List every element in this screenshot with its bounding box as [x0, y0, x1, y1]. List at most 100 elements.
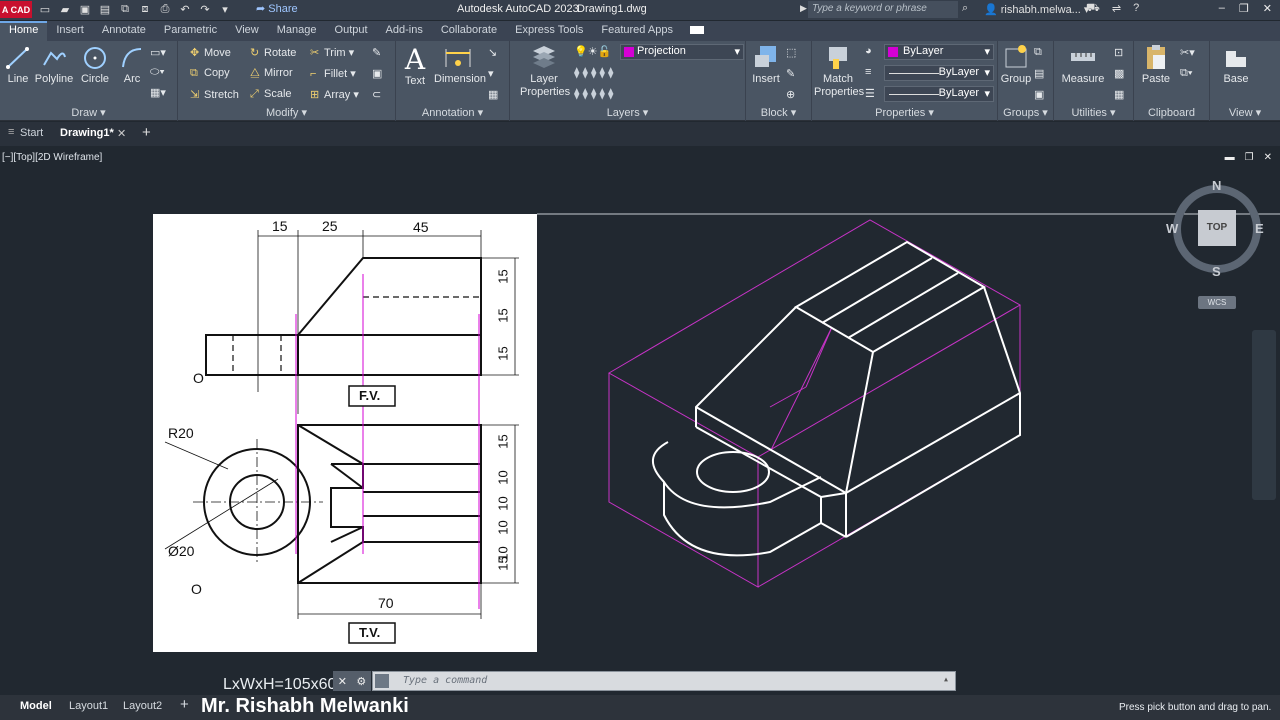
- help-icon[interactable]: ?: [1133, 2, 1139, 16]
- leader-dropdown-icon[interactable]: ▾: [488, 67, 494, 80]
- edit-block-icon[interactable]: ✎: [786, 67, 795, 80]
- circle-button[interactable]: Circle: [79, 45, 111, 85]
- ellipse-icon[interactable]: ⬭▾: [150, 66, 165, 79]
- array-button[interactable]: ⊞ Array ▾: [310, 88, 359, 101]
- erase-icon[interactable]: ✎: [372, 46, 381, 59]
- viewcube[interactable]: N S E W TOP: [1166, 178, 1264, 279]
- layer-tools-row2[interactable]: ⧫ ⧫ ⧫ ⧫ ⧫: [574, 87, 613, 100]
- create-block-icon[interactable]: ⬚: [786, 46, 796, 59]
- arc-button[interactable]: Arc: [118, 45, 146, 85]
- command-input[interactable]: Type a command ▴: [372, 671, 956, 691]
- viewcube-top-face[interactable]: TOP: [1198, 210, 1236, 246]
- compass-north[interactable]: N: [1212, 178, 1221, 193]
- insert-button[interactable]: Insert: [748, 43, 784, 85]
- command-prompt-icon[interactable]: [375, 674, 389, 688]
- tab-collaborate[interactable]: Collaborate: [432, 21, 506, 41]
- ribbon-toggle-icon[interactable]: [689, 26, 704, 34]
- color-dropdown[interactable]: ByLayer ▾: [884, 44, 994, 60]
- panel-view-label[interactable]: View ▾: [1210, 106, 1280, 119]
- panel-annotation-label[interactable]: Annotation ▾: [396, 106, 509, 119]
- layer-tools-row1[interactable]: ⧫ ⧫ ⧫ ⧫ ⧫: [574, 66, 613, 79]
- block-attribute-icon[interactable]: ⊕: [786, 88, 795, 101]
- panel-layers-label[interactable]: Layers ▾: [510, 106, 745, 119]
- wcs-menu[interactable]: WCS: [1198, 296, 1236, 309]
- base-button[interactable]: Base: [1218, 43, 1254, 85]
- offset-icon[interactable]: ⊂: [372, 88, 381, 101]
- fillet-button[interactable]: ⌐ Fillet ▾: [310, 67, 356, 80]
- compass-west[interactable]: W: [1166, 221, 1178, 236]
- trim-button[interactable]: ✂ Trim ▾: [310, 46, 354, 59]
- dimension-button[interactable]: Dimension: [434, 45, 486, 85]
- layout1-tab[interactable]: Layout1: [69, 700, 108, 712]
- panel-modify-label[interactable]: Modify ▾: [178, 106, 395, 119]
- drawing-canvas[interactable]: [−][Top][2D Wireframe] ▬ ❐ ✕ 15 25 45 15…: [0, 147, 1280, 695]
- tab-insert[interactable]: Insert: [47, 21, 93, 41]
- copy-clip-icon[interactable]: ⧉▾: [1180, 67, 1192, 80]
- tab-drawing1[interactable]: Drawing1*: [60, 127, 114, 139]
- tab-parametric[interactable]: Parametric: [155, 21, 226, 41]
- leader-icon[interactable]: ↘: [488, 46, 497, 59]
- search-expand-icon[interactable]: ▶: [800, 3, 807, 14]
- measure-button[interactable]: Measure: [1060, 43, 1106, 85]
- select-all-icon[interactable]: ▩: [1114, 67, 1124, 80]
- plot-icon[interactable]: ⎙: [158, 2, 172, 16]
- explode-icon[interactable]: ▣: [372, 67, 382, 80]
- search-input[interactable]: Type a keyword or phrase: [808, 1, 958, 18]
- new-tab-icon[interactable]: +: [142, 124, 151, 141]
- group-edit-icon[interactable]: ▤: [1034, 67, 1044, 80]
- panel-properties-label[interactable]: Properties ▾: [812, 106, 997, 119]
- color-wheel-icon[interactable]: ◕: [865, 45, 872, 57]
- hatch-icon[interactable]: ▦▾: [150, 86, 166, 99]
- polyline-button[interactable]: Polyline: [34, 45, 74, 85]
- model-tab[interactable]: Model: [20, 700, 52, 712]
- layer-properties-button[interactable]: Layer Properties: [520, 43, 570, 99]
- share-button[interactable]: ➦ Share: [256, 2, 298, 15]
- rectangle-icon[interactable]: ▭▾: [150, 46, 166, 59]
- tab-home[interactable]: Home: [0, 21, 48, 41]
- paste-button[interactable]: Paste: [1140, 43, 1172, 85]
- table-icon[interactable]: ▦: [488, 88, 498, 101]
- stretch-button[interactable]: ⇲ Stretch: [190, 88, 239, 101]
- save-icon[interactable]: ▣: [78, 2, 92, 16]
- tab-view[interactable]: View: [226, 21, 268, 41]
- cart-icon[interactable]: ⛟: [1086, 2, 1100, 16]
- new-file-icon[interactable]: ▭: [38, 2, 52, 16]
- linetype-dropdown[interactable]: ByLayer ▾: [884, 65, 994, 81]
- tabs-menu-icon[interactable]: ≡: [8, 126, 14, 138]
- tab-manage[interactable]: Manage: [268, 21, 326, 41]
- tab-express-tools[interactable]: Express Tools: [506, 21, 592, 41]
- compass-east[interactable]: E: [1255, 221, 1264, 236]
- app-logo[interactable]: A CAD: [0, 1, 32, 18]
- restore-icon[interactable]: ❐: [1239, 2, 1249, 15]
- group-select-icon[interactable]: ▣: [1034, 88, 1044, 101]
- quick-select-icon[interactable]: ⊡: [1114, 46, 1123, 59]
- text-button[interactable]: A Text: [400, 43, 430, 87]
- undo-icon[interactable]: ↶: [178, 2, 192, 16]
- lineweight-dropdown[interactable]: ByLayer ▾: [884, 86, 994, 102]
- user-account-menu[interactable]: 👤 rishabh.melwa... ▾: [984, 3, 1089, 16]
- compass-south[interactable]: S: [1212, 264, 1221, 279]
- save-as-icon[interactable]: ▤: [98, 2, 112, 16]
- layout2-tab[interactable]: Layout2: [123, 700, 162, 712]
- line-button[interactable]: Line: [4, 45, 32, 85]
- tab-featured-apps[interactable]: Featured Apps: [592, 21, 682, 41]
- copy-button[interactable]: ⧉ Copy: [190, 67, 230, 80]
- qat-dropdown-icon[interactable]: ▾: [218, 2, 232, 16]
- ungroup-icon[interactable]: ⧉: [1034, 46, 1042, 59]
- tab-annotate[interactable]: Annotate: [93, 21, 155, 41]
- save-web-icon[interactable]: ⧈: [138, 2, 152, 16]
- close-icon[interactable]: ✕: [1263, 2, 1272, 15]
- open-folder-icon[interactable]: ▰: [58, 2, 72, 16]
- rotate-button[interactable]: ↻ Rotate: [250, 46, 296, 59]
- panel-clipboard-label[interactable]: Clipboard: [1134, 107, 1209, 119]
- reference-drawing-image[interactable]: 15 25 45 15 15 15 15 10 10 10 10 15 70 F…: [153, 214, 537, 652]
- match-properties-button[interactable]: Match Properties: [814, 43, 864, 99]
- minimize-icon[interactable]: –: [1219, 2, 1225, 15]
- close-tab-icon[interactable]: ✕: [117, 127, 126, 140]
- chevron-up-icon[interactable]: ▴: [943, 674, 949, 685]
- group-button[interactable]: Group: [1000, 43, 1032, 85]
- close-icon[interactable]: ✕: [338, 675, 347, 688]
- panel-draw-label[interactable]: Draw ▾: [0, 106, 177, 119]
- move-button[interactable]: ✥ Move: [190, 46, 231, 59]
- tab-output[interactable]: Output: [326, 21, 377, 41]
